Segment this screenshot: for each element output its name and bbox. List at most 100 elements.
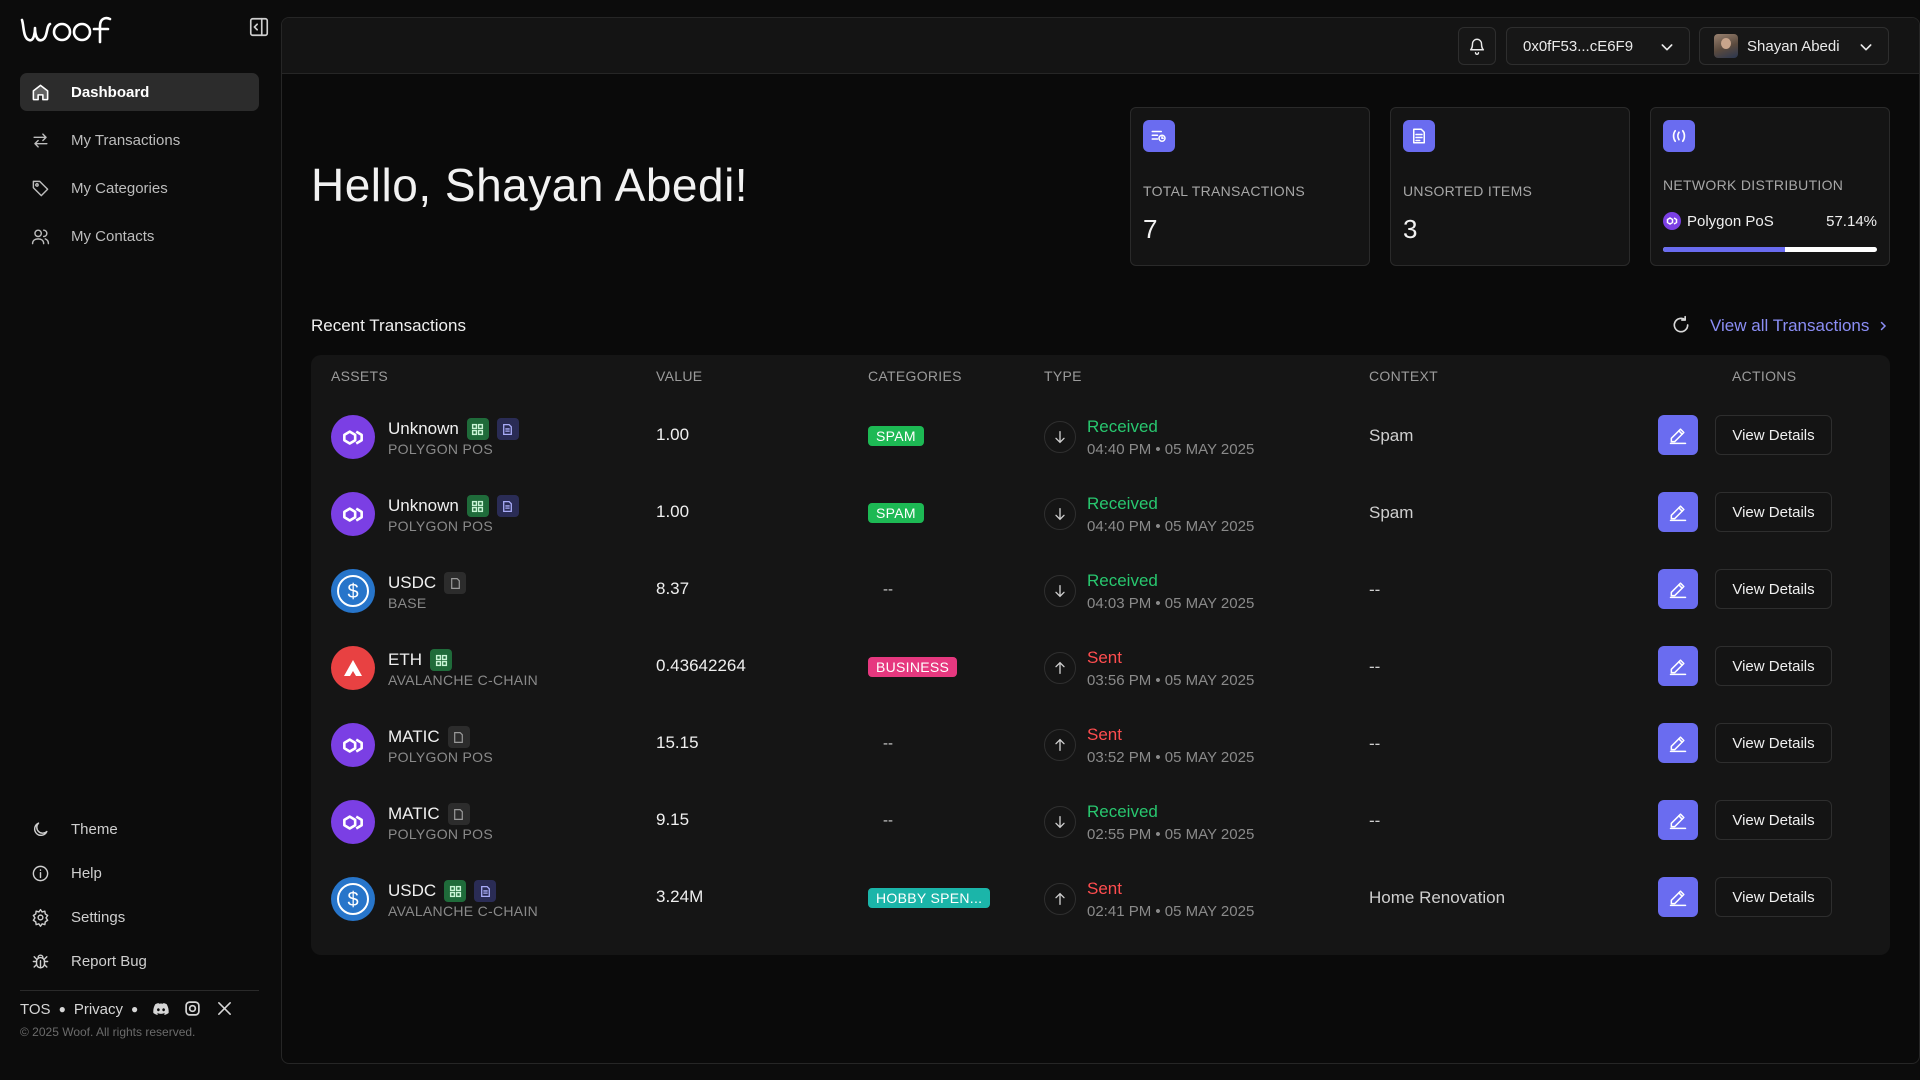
asset-symbol: MATIC xyxy=(388,804,440,823)
sidebar-item-theme[interactable]: Theme xyxy=(20,812,259,846)
asset-name: ETH xyxy=(388,649,452,671)
column-header: CATEGORIES xyxy=(868,368,962,384)
tos-link[interactable]: TOS xyxy=(20,1001,51,1018)
edit-button[interactable] xyxy=(1658,723,1698,763)
view-details-button[interactable]: View Details xyxy=(1715,877,1832,917)
sidebar-item-help[interactable]: Help xyxy=(20,856,259,890)
main-nav: Dashboard My Transactions My Categories … xyxy=(20,73,259,265)
privacy-link[interactable]: Privacy xyxy=(74,1001,123,1018)
view-details-button[interactable]: View Details xyxy=(1715,800,1832,840)
refresh-icon[interactable] xyxy=(1671,315,1691,337)
avatar xyxy=(1714,34,1738,58)
transaction-type: Sent xyxy=(1087,879,1122,898)
document-badge-icon[interactable] xyxy=(496,418,519,440)
network-progress-fill xyxy=(1663,247,1786,252)
asset-name: USDC xyxy=(388,572,467,594)
transaction-time: 04:03 PM • 05 MAY 2025 xyxy=(1087,595,1255,612)
sidebar-item-report-bug[interactable]: Report Bug xyxy=(20,944,259,978)
transactions-table: ASSETS VALUE CATEGORIES TYPE CONTEXT ACT… xyxy=(311,355,1890,955)
woof-logo[interactable] xyxy=(20,14,132,44)
transaction-type: Sent xyxy=(1087,648,1122,667)
category-badge[interactable]: SPAM xyxy=(868,503,924,523)
sidebar-item-label: My Contacts xyxy=(71,227,155,245)
svg-text:$: $ xyxy=(347,581,358,603)
category-empty: -- xyxy=(883,812,893,829)
column-header: ASSETS xyxy=(331,368,389,384)
file-badge-icon[interactable] xyxy=(444,572,467,594)
edit-button[interactable] xyxy=(1658,415,1698,455)
transaction-context: -- xyxy=(1369,657,1381,676)
transaction-value: 0.43642264 xyxy=(656,656,746,675)
edit-button[interactable] xyxy=(1658,800,1698,840)
table-row: Unknown POLYGON POS 1.00 SPAM Received 04:40 … xyxy=(311,396,1890,473)
edit-button[interactable] xyxy=(1658,646,1698,686)
table-row: Unknown POLYGON POS 1.00 SPAM Received 04:40 … xyxy=(311,473,1890,550)
document-badge-icon[interactable] xyxy=(474,880,497,902)
category-badge[interactable]: HOBBY SPEN... xyxy=(868,888,991,908)
sidebar-item-contacts[interactable]: My Contacts xyxy=(20,217,259,255)
grid-badge-icon[interactable] xyxy=(430,649,452,671)
column-header: VALUE xyxy=(656,368,703,384)
home-icon xyxy=(30,82,50,102)
transaction-type: Received xyxy=(1087,802,1158,821)
collapse-sidebar-icon[interactable] xyxy=(248,16,272,40)
grid-badge-icon[interactable] xyxy=(466,418,489,440)
view-details-button[interactable]: View Details xyxy=(1715,492,1832,532)
view-details-button[interactable]: View Details xyxy=(1715,415,1832,455)
edit-button[interactable] xyxy=(1658,877,1698,917)
edit-button[interactable] xyxy=(1658,492,1698,532)
grid-badge-icon[interactable] xyxy=(444,880,467,902)
x-twitter-icon[interactable] xyxy=(216,1000,234,1018)
usdc-logo-icon: $ xyxy=(331,877,375,921)
transaction-type: Received xyxy=(1087,417,1158,436)
asset-network: POLYGON POS xyxy=(388,441,493,457)
sidebar-item-transactions[interactable]: My Transactions xyxy=(20,121,259,159)
edit-button[interactable] xyxy=(1658,569,1698,609)
transaction-context: Spam xyxy=(1369,426,1414,445)
moon-icon xyxy=(30,819,50,839)
bug-icon xyxy=(30,951,50,971)
column-header: ACTIONS xyxy=(1732,368,1797,384)
asset-network: BASE xyxy=(388,595,427,611)
view-details-button[interactable]: View Details xyxy=(1715,569,1832,609)
document-badge-icon[interactable] xyxy=(496,495,519,517)
chevron-right-icon xyxy=(1877,320,1889,332)
polygon-icon xyxy=(1663,212,1681,230)
arrows-icon xyxy=(30,130,50,150)
sidebar-item-settings[interactable]: Settings xyxy=(20,900,259,934)
user-menu[interactable]: Shayan Abedi xyxy=(1699,27,1889,65)
asset-name: MATIC xyxy=(388,726,470,748)
asset-symbol: USDC xyxy=(388,881,437,900)
notifications-button[interactable] xyxy=(1458,27,1496,65)
asset-name: Unknown xyxy=(388,495,519,517)
arrow-down-icon xyxy=(1044,575,1076,607)
arrow-up-icon xyxy=(1044,729,1076,761)
bell-icon xyxy=(1468,37,1486,55)
sidebar-item-label: My Transactions xyxy=(71,131,181,149)
instagram-icon[interactable] xyxy=(184,1000,202,1018)
asset-symbol: Unknown xyxy=(388,496,459,515)
grid-badge-icon[interactable] xyxy=(466,495,489,517)
transaction-value: 1.00 xyxy=(656,425,690,444)
file-badge-icon[interactable] xyxy=(447,726,470,748)
file-badge-icon[interactable] xyxy=(447,803,470,825)
category-badge[interactable]: SPAM xyxy=(868,426,924,446)
sidebar-item-categories[interactable]: My Categories xyxy=(20,169,259,207)
view-details-button[interactable]: View Details xyxy=(1715,723,1832,763)
transaction-value: 9.15 xyxy=(656,810,690,829)
sidebar-item-label: Theme xyxy=(71,820,118,838)
view-details-button[interactable]: View Details xyxy=(1715,646,1832,686)
view-all-transactions-link[interactable]: View all Transactions xyxy=(1710,316,1889,336)
polygon-logo-icon xyxy=(331,415,375,459)
category-badge[interactable]: BUSINESS xyxy=(868,657,958,677)
network-progress-bar xyxy=(1663,247,1877,252)
wallet-selector[interactable]: 0x0fF53...cE6F9 xyxy=(1506,27,1690,65)
transaction-value: 1.00 xyxy=(656,502,690,521)
transaction-time: 04:40 PM • 05 MAY 2025 xyxy=(1087,441,1255,458)
table-row: MATIC POLYGON POS 15.15 -- Sent 03:52 PM • 05… xyxy=(311,704,1890,781)
transaction-context: Spam xyxy=(1369,503,1414,522)
sidebar-item-dashboard[interactable]: Dashboard xyxy=(20,73,259,111)
asset-symbol: Unknown xyxy=(388,419,459,438)
discord-icon[interactable] xyxy=(152,1000,170,1018)
column-header: CONTEXT xyxy=(1369,368,1438,384)
